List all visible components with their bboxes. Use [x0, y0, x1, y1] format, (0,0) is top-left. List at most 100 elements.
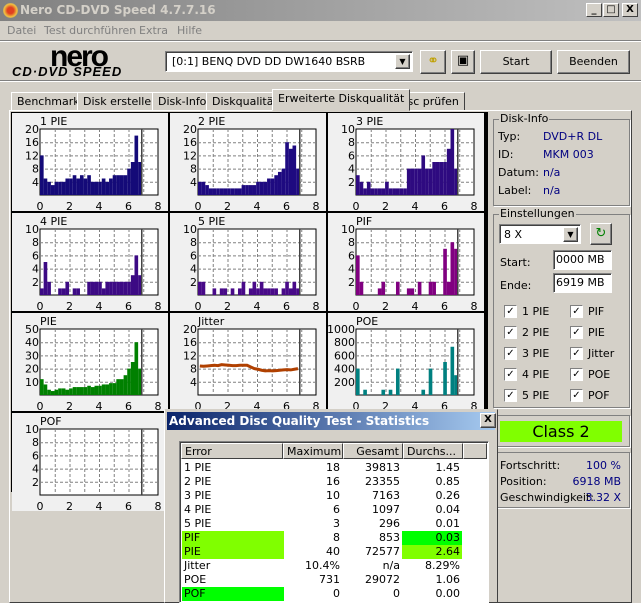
checkbox-4pie[interactable]: ✓	[504, 368, 517, 381]
table-row[interactable]: 8 853 0.03 PIF	[182, 531, 482, 545]
bar	[259, 181, 264, 195]
column-header-gesamt[interactable]: Gesamt	[343, 443, 403, 459]
save-button[interactable]: ▣	[451, 50, 475, 74]
x-tick-label: 4	[96, 400, 103, 411]
label-label: Label:	[498, 184, 532, 197]
table-row[interactable]: 40 72577 2.64 PIE	[182, 545, 482, 559]
bar	[54, 181, 59, 195]
maximize-button[interactable]: □	[603, 3, 619, 17]
x-tick-label: 8	[313, 200, 320, 211]
bar	[98, 281, 102, 295]
checkbox-3pie[interactable]: ✓	[504, 347, 517, 360]
table-row[interactable]: 10 7163 0.26 3 PIE	[182, 489, 482, 503]
table-row[interactable]: 731 29072 1.06 POE	[182, 573, 482, 587]
menu-extra[interactable]: Extra	[139, 24, 168, 37]
cell-total: 72577	[365, 545, 400, 558]
y-tick-label: 8	[32, 236, 39, 249]
bar	[277, 171, 282, 195]
bar	[101, 288, 106, 295]
date-value: n/a	[543, 166, 561, 179]
close-button[interactable]: X	[622, 3, 638, 17]
chevron-down-icon[interactable]: ▼	[563, 227, 578, 242]
bar	[79, 387, 84, 395]
cell-avg: 0.00	[435, 587, 461, 600]
x-tick-label: 2	[66, 400, 73, 411]
checkbox-poe[interactable]: ✓	[570, 368, 583, 381]
column-header-error[interactable]: Error	[181, 443, 283, 459]
y-tick-label: 8	[190, 236, 197, 249]
dialog-close-button[interactable]: X	[480, 413, 496, 428]
chevron-down-icon[interactable]: ▼	[395, 54, 410, 69]
bar	[395, 281, 400, 295]
bar	[94, 385, 99, 395]
refresh-button[interactable]: ↻	[590, 223, 612, 245]
x-tick-label: 8	[313, 300, 320, 311]
bar	[425, 168, 429, 195]
x-tick-label: 8	[155, 500, 162, 511]
bar	[252, 185, 257, 195]
bar	[230, 188, 235, 195]
bar	[428, 368, 433, 395]
progress-label: Fortschritt:	[500, 459, 561, 472]
bar	[112, 175, 117, 195]
minimize-button[interactable]: _	[586, 3, 602, 17]
checkbox-pif[interactable]: ✓	[570, 305, 583, 318]
checkbox-1pie[interactable]: ✓	[504, 305, 517, 318]
bar	[263, 288, 268, 295]
table-row[interactable]: 18 39813 1.45 1 PIE	[182, 461, 482, 475]
checkbox-5pie[interactable]: ✓	[504, 389, 517, 402]
chart-title: Jitter	[197, 315, 225, 328]
chart-title: POF	[40, 415, 62, 428]
start-button[interactable]: Start	[480, 50, 552, 74]
drive-info-button[interactable]: ⚭	[420, 50, 446, 74]
x-tick-label: 8	[155, 300, 162, 311]
y-tick-label: 20	[25, 363, 39, 376]
y-tick-label: 200	[334, 376, 355, 389]
table-row[interactable]: 3 296 0.01 5 PIE	[182, 517, 482, 531]
checkbox-2pie[interactable]: ✓	[504, 326, 517, 339]
bar	[58, 288, 62, 295]
chart-title: PIE	[40, 315, 57, 328]
table-row[interactable]: 10.4% n/a 8.29% Jitter	[182, 559, 482, 573]
x-tick-label: 4	[254, 200, 261, 211]
checkbox-pof[interactable]: ✓	[570, 389, 583, 402]
bar	[50, 391, 55, 395]
end-input[interactable]: 6919 MB	[553, 273, 612, 293]
table-row[interactable]: 6 1097 0.04 4 PIE	[182, 503, 482, 517]
tab-benchmark[interactable]: Benchmark	[11, 92, 86, 111]
bar	[241, 281, 246, 295]
column-header-durchschnitt[interactable]: Durchs...	[403, 443, 463, 459]
exit-button[interactable]: Beenden	[557, 50, 630, 74]
bar	[58, 388, 62, 395]
tab-erweiterte-diskqualitaet[interactable]: Erweiterte Diskqualität	[272, 89, 411, 111]
bar	[123, 175, 128, 195]
y-tick-label: 30	[25, 349, 39, 362]
menu-hilfe[interactable]: Hilfe	[177, 24, 202, 37]
menu-test[interactable]: Test durchführen	[44, 24, 136, 37]
column-header-maximum[interactable]: Maximum	[283, 443, 343, 459]
drive-select[interactable]: [0:1] BENQ DVD DD DW1640 BSRB ▼	[165, 51, 413, 72]
y-tick-label: 6	[348, 149, 355, 162]
checkbox-jitter[interactable]: ✓	[570, 347, 583, 360]
bar	[428, 168, 433, 195]
menu-datei[interactable]: Datei	[7, 24, 36, 37]
bar	[112, 281, 117, 295]
bar	[439, 162, 444, 195]
bar	[105, 281, 110, 295]
checkbox-pie[interactable]: ✓	[570, 326, 583, 339]
y-tick-label: 600	[334, 349, 355, 362]
bar	[392, 188, 396, 195]
start-input[interactable]: 0000 MB	[553, 250, 612, 270]
y-tick-label: 8	[32, 163, 39, 176]
y-tick-label: 400	[334, 363, 355, 376]
x-tick-label: 6	[441, 300, 448, 311]
bar	[198, 281, 202, 295]
tab-disk-info[interactable]: Disk-Info	[152, 92, 213, 111]
bar	[385, 181, 389, 195]
bar	[130, 162, 135, 195]
table-row[interactable]: 16 23355 0.85 2 PIE	[182, 475, 482, 489]
cell-error: 3 PIE	[184, 489, 212, 502]
speed-select[interactable]: 8 X ▼	[499, 224, 581, 244]
bar	[83, 387, 88, 395]
table-row[interactable]: 0 0 0.00 POF	[182, 587, 482, 601]
